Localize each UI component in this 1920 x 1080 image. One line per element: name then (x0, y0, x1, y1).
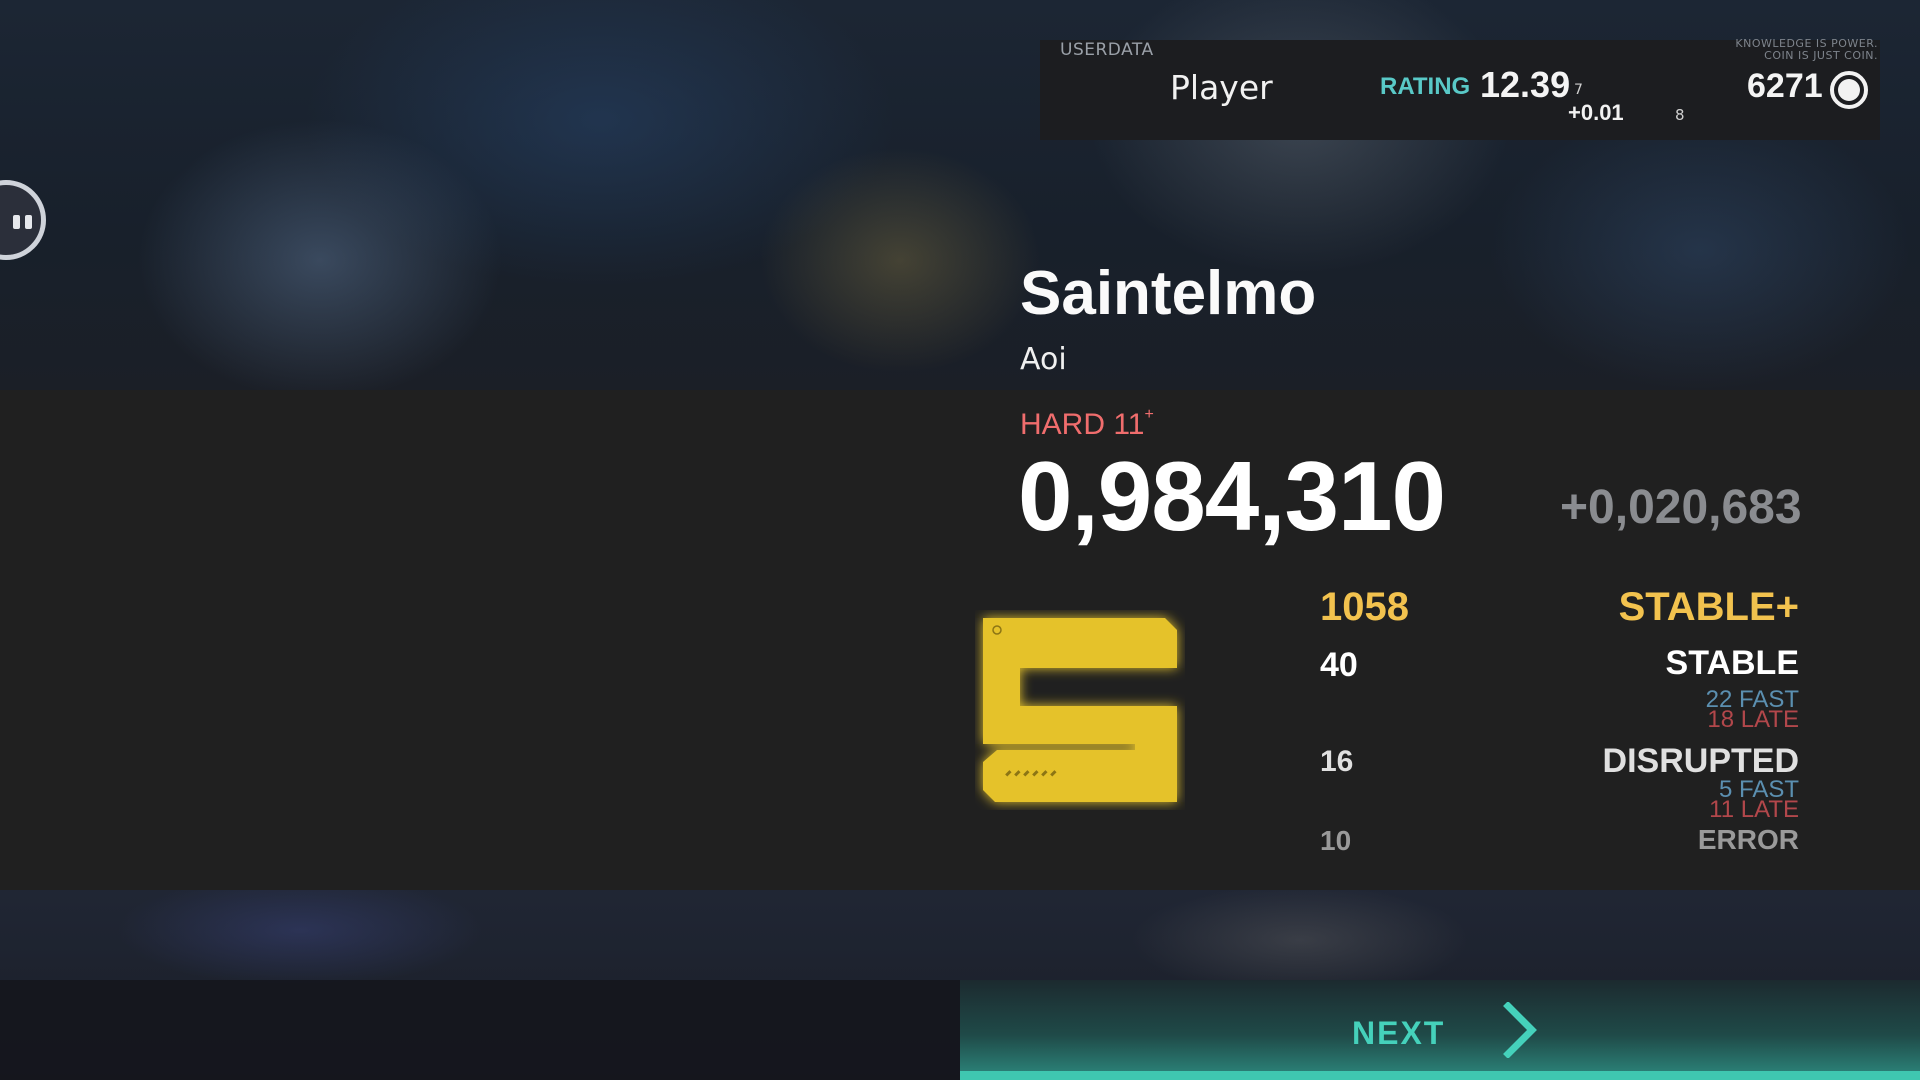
song-title: Saintelmo (1020, 259, 1317, 328)
next-label: NEXT (1352, 1015, 1446, 1051)
disrupted-count: 16 (1320, 745, 1354, 778)
difficulty-label: HARD 11+ (1020, 406, 1154, 442)
motto-line-2: COIN IS JUST COIN. (1764, 49, 1878, 62)
coin-icon (1830, 71, 1868, 109)
stable-label: STABLE (1665, 644, 1799, 682)
rating-subdigit: 7 (1574, 82, 1583, 98)
stable-count: 40 (1320, 646, 1358, 684)
pause-icon-bar (25, 215, 32, 229)
coin-count: 6271 (1747, 67, 1823, 105)
stable-late: 18 LATE (1707, 706, 1799, 733)
score: 0,984,310 (1018, 441, 1446, 551)
stable-plus-label: STABLE+ (1618, 585, 1799, 629)
difficulty-plus: + (1144, 406, 1154, 423)
next-bar-edge (960, 1071, 1920, 1080)
stable-plus-count: 1058 (1320, 585, 1409, 629)
difficulty-text: HARD 11 (1020, 408, 1145, 441)
rating-delta: +0.01 (1568, 100, 1624, 125)
error-label: ERROR (1697, 824, 1799, 855)
player-name: Player (1170, 68, 1273, 107)
disrupted-late: 11 LATE (1709, 796, 1799, 823)
song-artist: Aoi (1020, 342, 1067, 377)
grade-s-emblem (983, 618, 1177, 802)
error-count: 10 (1320, 825, 1352, 856)
stable-fast-late: 22 FAST 18 LATE (1706, 688, 1799, 733)
next-button[interactable]: NEXT (960, 980, 1920, 1080)
userdata-panel: USERDATA KNOWLEDGE IS POWER. COIN IS JUS… (1040, 38, 1880, 140)
footer-left-panel (0, 980, 960, 1080)
rating-value: 12.39 (1480, 64, 1571, 105)
disrupted-fast-late: 5 FAST 11 LATE (1709, 778, 1799, 823)
rating-delta-subdigit: 8 (1675, 106, 1685, 124)
score-delta: +0,020,683 (1560, 481, 1802, 534)
userdata-motto: KNOWLEDGE IS POWER. COIN IS JUST COIN. (1735, 38, 1878, 62)
pause-icon (13, 215, 20, 229)
rating-label: RATING (1380, 73, 1471, 100)
chevron-right-icon (1503, 1002, 1537, 1058)
userdata-label: USERDATA (1060, 40, 1154, 60)
result-band (0, 390, 1920, 890)
